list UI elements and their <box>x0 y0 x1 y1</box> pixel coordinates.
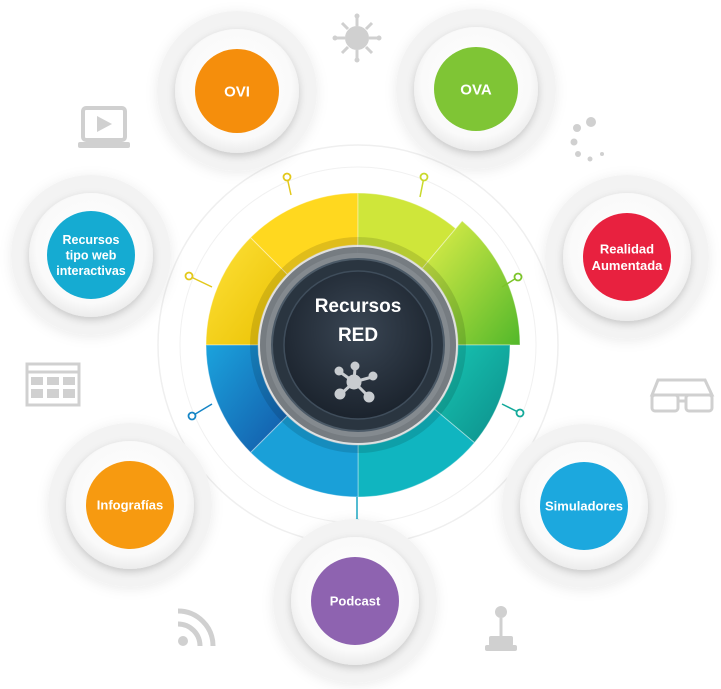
node-simuladores[interactable]: Simuladores <box>502 424 666 588</box>
node-label: tipo web <box>66 249 117 263</box>
web-layout-icon <box>25 362 81 407</box>
center-title-line1: Recursos <box>315 296 402 317</box>
diagram-canvas: Recursos RED OVI OVA RealidadAumentada Simu… <box>11 9 715 683</box>
loading-spinner-icon <box>570 117 604 162</box>
node-label: Infografías <box>97 498 163 513</box>
node-label: Aumentada <box>592 258 664 273</box>
node-label: interactivas <box>56 264 126 278</box>
connector-dot <box>513 272 523 282</box>
connector-dot <box>282 172 292 182</box>
node-label: Podcast <box>330 594 381 609</box>
node-label: Simuladores <box>545 499 623 514</box>
connector-dot <box>419 172 429 182</box>
node-ova[interactable]: OVA <box>396 9 556 169</box>
node-recursos-web[interactable]: Recursos tipo webinteractivas <box>11 175 171 335</box>
joystick-icon <box>485 606 517 651</box>
node-label: Recursos <box>63 233 120 247</box>
connector-dot <box>515 408 525 418</box>
rss-icon <box>177 608 216 647</box>
video-player-icon <box>78 106 130 148</box>
node-label: Realidad <box>600 242 654 257</box>
node-infografias[interactable]: Infografías <box>48 423 212 587</box>
3d-glasses-icon <box>649 378 715 413</box>
virus-icon <box>332 13 382 63</box>
center-title-line2: RED <box>338 325 378 346</box>
node-ovi[interactable]: OVI <box>157 11 317 171</box>
node-realidad[interactable]: RealidadAumentada <box>545 175 709 339</box>
node-label: OVA <box>460 81 492 98</box>
node-label: OVI <box>224 83 250 100</box>
recursos-red-diagram: Recursos RED OVI OVA Realidad Aumentada Simu… <box>0 0 721 689</box>
connector-dot <box>187 411 197 421</box>
connector-dot <box>184 271 194 281</box>
node-podcast[interactable]: Podcast <box>273 519 437 683</box>
